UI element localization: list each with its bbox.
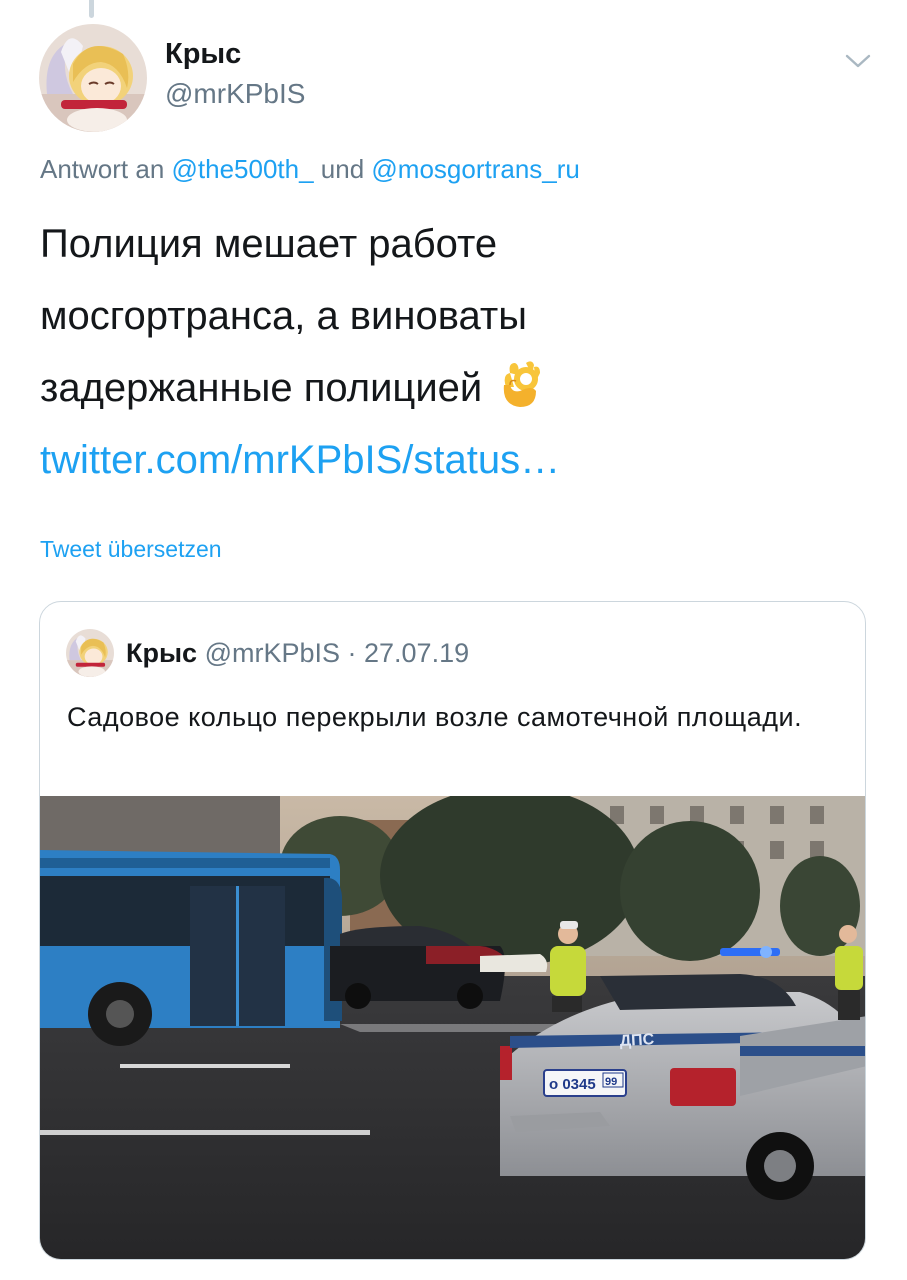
chevron-down-icon[interactable] xyxy=(843,50,873,72)
police-car-lettering: ДПС xyxy=(619,1031,655,1050)
quoted-date: 27.07.19 xyxy=(364,638,470,668)
avatar[interactable] xyxy=(39,24,147,132)
tweet-link[interactable]: twitter.com/mrKPbIS/status… xyxy=(40,424,860,496)
reply-joiner: und xyxy=(313,154,372,184)
quoted-avatar[interactable] xyxy=(66,629,114,677)
license-plate-region: 99 xyxy=(605,1076,617,1088)
avatar-image xyxy=(39,24,147,132)
quoted-header: Крыс @mrKPbIS · 27.07.19 xyxy=(126,638,469,669)
tweet-text: Полиция мешает работе мосгортранса, а ви… xyxy=(40,208,860,496)
quoted-avatar-image xyxy=(66,629,114,677)
quoted-text: Садовое кольцо перекрыли возле самотечно… xyxy=(67,702,803,732)
reply-context: Antwort an @the500th_ und @mosgortrans_r… xyxy=(40,154,580,185)
quoted-photo[interactable]: о 0345 99 ДПС xyxy=(40,796,865,1259)
tweet-detail-view: Крыс @mrKPbIS Antwort an @the500th_ und … xyxy=(0,0,907,1280)
tweet-text-line-3-row: задержанные полицией xyxy=(40,352,860,424)
street-scene-photo: о 0345 99 ДПС xyxy=(40,796,865,1259)
license-plate-number: о 0345 xyxy=(549,1076,596,1093)
translate-tweet-link[interactable]: Tweet übersetzen xyxy=(40,536,222,563)
quoted-separator: · xyxy=(340,638,364,668)
tweet-text-line-3: задержанные полицией xyxy=(40,366,483,410)
tweet-text-line-2: мосгортранса, а виноваты xyxy=(40,294,527,338)
reply-prefix: Antwort an xyxy=(40,154,172,184)
quoted-author-handle: @mrKPbIS xyxy=(204,638,340,668)
reply-mention-mosgortrans[interactable]: @mosgortrans_ru xyxy=(371,154,579,184)
ok-hand-emoji-icon xyxy=(496,357,542,409)
author-handle[interactable]: @mrKPbIS xyxy=(165,78,305,110)
author-display-name[interactable]: Крыс xyxy=(165,38,241,71)
tweet-text-line-1: Полиция мешает работе xyxy=(40,222,498,266)
quoted-author-name: Крыс xyxy=(126,638,198,668)
reply-mention-the500th[interactable]: @the500th_ xyxy=(172,154,314,184)
thread-connector-line xyxy=(89,0,94,18)
quoted-tweet-card[interactable]: Крыс @mrKPbIS · 27.07.19 Садовое кольцо … xyxy=(39,601,866,1260)
